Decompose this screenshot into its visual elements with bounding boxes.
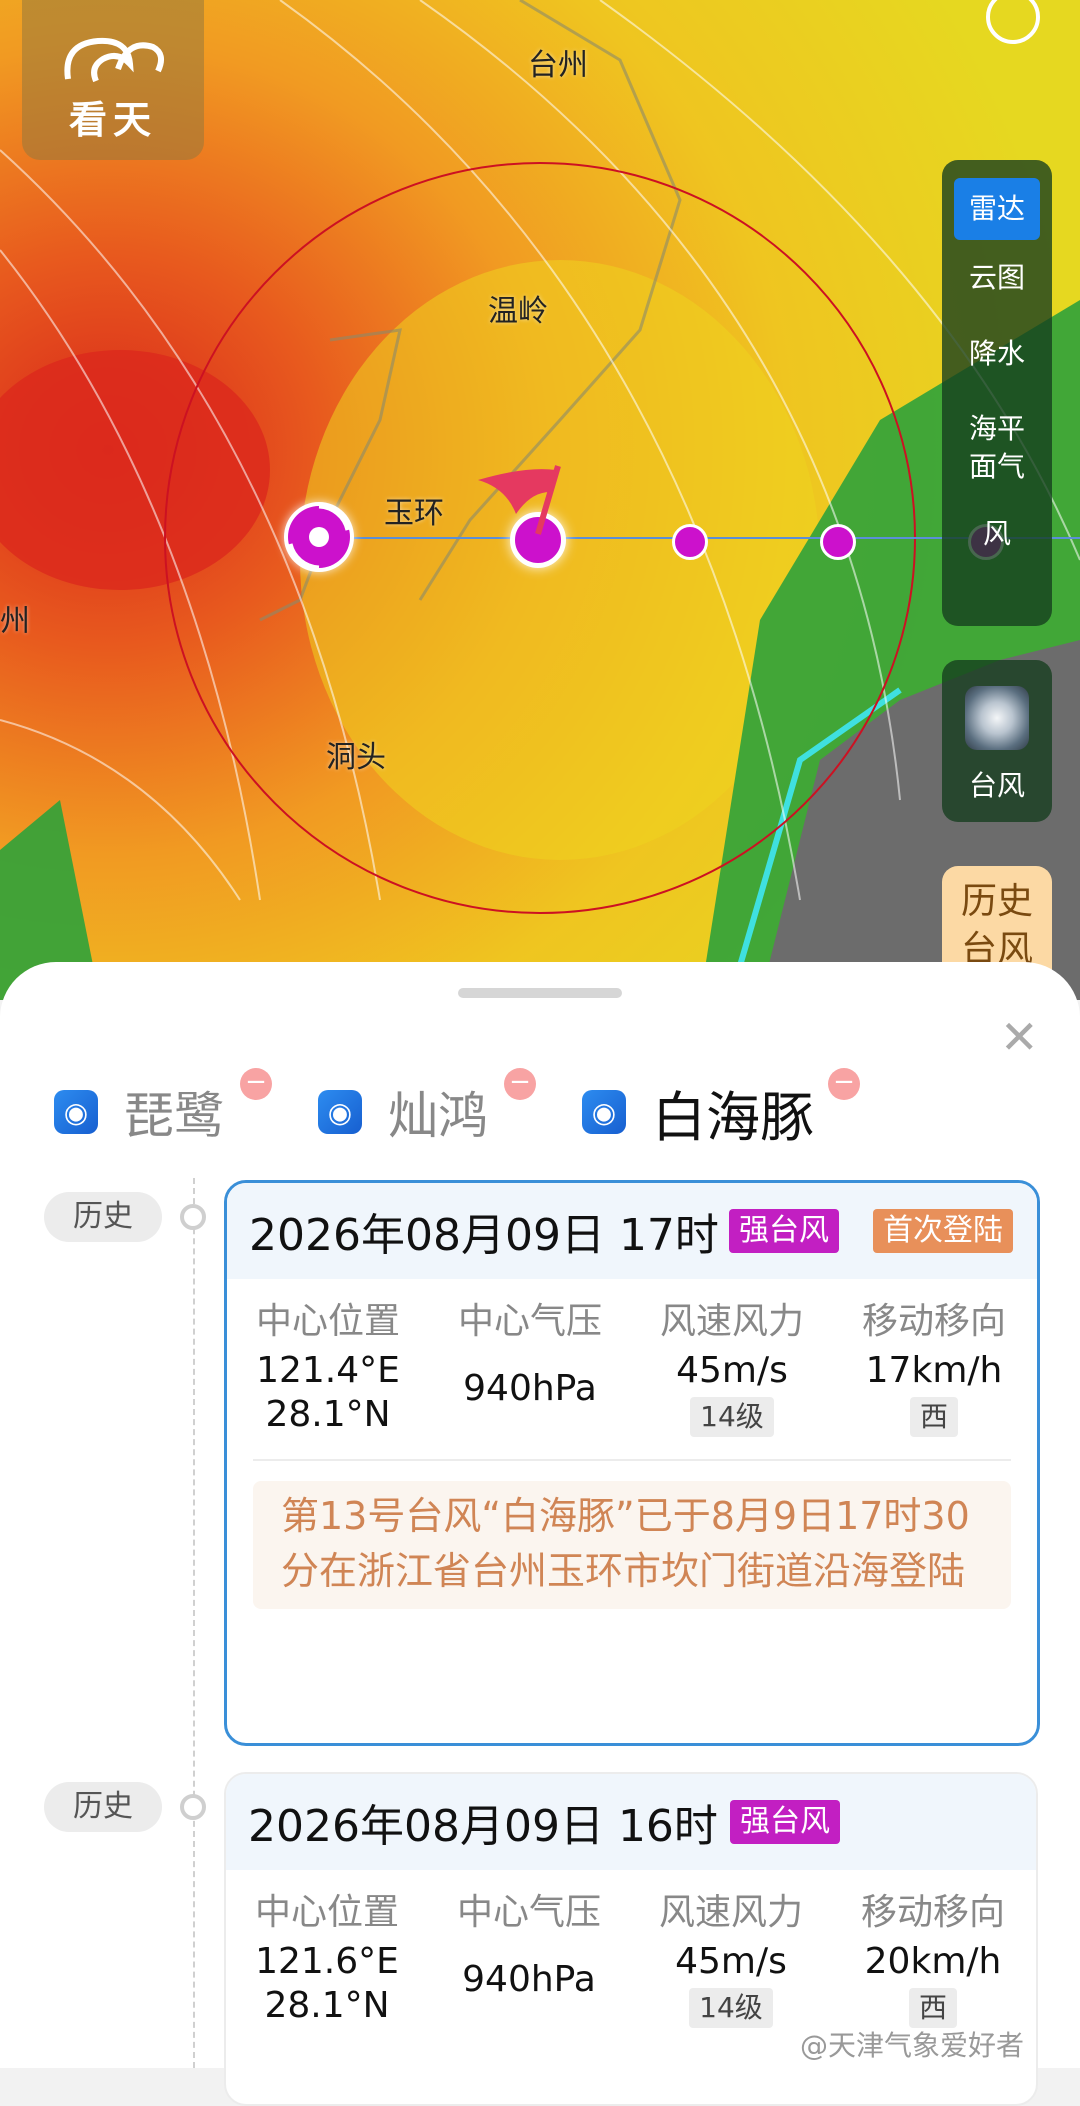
typhoon-tab-icon: ◉ bbox=[582, 1090, 626, 1134]
remove-tab-icon[interactable]: − bbox=[240, 1068, 272, 1100]
pressure-col: 中心气压 940hPa bbox=[428, 1886, 630, 2028]
layer-switcher: 雷达 云图 降水 海平面气 风 bbox=[942, 160, 1052, 626]
move-title: 移动移向 bbox=[861, 1301, 1006, 1342]
logo-text: 看天 bbox=[68, 98, 157, 142]
position-title: 中心位置 bbox=[254, 1892, 399, 1933]
move-col: 移动移向 17km/h 西 bbox=[833, 1295, 1035, 1437]
typhoon-layer-button[interactable]: 台风 bbox=[942, 660, 1052, 822]
layer-wind[interactable]: 风 bbox=[954, 514, 1040, 554]
record-time: 2026年08月09日 16时 bbox=[248, 1801, 718, 1852]
pressure-title: 中心气压 bbox=[457, 1301, 602, 1342]
close-icon[interactable]: ✕ bbox=[1000, 1014, 1039, 1060]
city-label-wenzhou: 州 bbox=[0, 604, 30, 639]
city-label-taizhou: 台州 bbox=[528, 48, 588, 83]
city-label-dongtou: 洞头 bbox=[326, 740, 386, 775]
layer-radar[interactable]: 雷达 bbox=[954, 178, 1040, 240]
typhoon-current-marker[interactable] bbox=[284, 502, 354, 572]
divider bbox=[253, 1459, 1011, 1461]
position-title: 中心位置 bbox=[255, 1301, 400, 1342]
latitude: 28.1°N bbox=[264, 1985, 390, 2026]
pressure-title: 中心气压 bbox=[456, 1892, 601, 1933]
tab-canhong[interactable]: ◉ 灿鸿 bbox=[318, 1062, 488, 1162]
position-col: 中心位置 121.4°E 28.1°N bbox=[227, 1295, 429, 1437]
intensity-badge: 强台风 bbox=[729, 1209, 839, 1253]
typhoon-track bbox=[535, 535, 541, 541]
timeline-line bbox=[193, 1178, 195, 2068]
typhoon-tab-icon: ◉ bbox=[54, 1090, 98, 1134]
typhoon-tabs: ◉ 琵鹭 − ◉ 灿鸿 − ◉ 白海豚 − bbox=[54, 1062, 1054, 1162]
layer-cloud[interactable]: 云图 bbox=[954, 258, 1040, 298]
landfall-note: 第13号台风“白海豚”已于8月9日17时30分在浙江省台州玉环市坎门街道沿海登陆 bbox=[253, 1481, 1011, 1609]
watermark: @天津气象爱好者 bbox=[800, 2029, 1025, 2062]
stats-grid: 中心位置 121.4°E 28.1°N 中心气压 940hPa 风速风力 45m… bbox=[227, 1279, 1037, 1437]
record-time: 2026年08月09日 17时 bbox=[249, 1210, 719, 1261]
track-point[interactable] bbox=[820, 524, 856, 560]
weather-map[interactable]: 看天 台州 温岭 玉环 洞头 州 雷达 云图 降水 海平面气 风 台风 历史台风 bbox=[0, 0, 1080, 1000]
tab-label: 灿鸿 bbox=[388, 1087, 488, 1145]
position-col: 中心位置 121.6°E 28.1°N bbox=[226, 1886, 428, 2028]
history-tag: 历史 bbox=[44, 1192, 162, 1242]
move-col: 移动移向 20km/h 西 bbox=[832, 1886, 1034, 2028]
longitude: 121.6°E bbox=[255, 1941, 399, 1982]
city-label-wenling: 温岭 bbox=[488, 294, 548, 329]
timeline-dot bbox=[180, 1794, 206, 1820]
wind-title: 风速风力 bbox=[658, 1892, 803, 1933]
layer-sea-level-pressure[interactable]: 海平面气 bbox=[967, 410, 1027, 486]
typhoon-satellite-icon bbox=[965, 686, 1029, 750]
tab-baihaitun[interactable]: ◉ 白海豚 bbox=[582, 1062, 814, 1162]
latitude: 28.1°N bbox=[265, 1394, 391, 1435]
timeline-dot bbox=[180, 1204, 206, 1230]
move-speed: 20km/h bbox=[864, 1941, 1002, 1982]
move-speed: 17km/h bbox=[865, 1350, 1003, 1391]
remove-tab-icon[interactable]: − bbox=[828, 1068, 860, 1100]
typhoon-layer-label: 台风 bbox=[968, 769, 1025, 802]
wind-col: 风速风力 45m/s 14级 bbox=[630, 1886, 832, 2028]
tab-pilu[interactable]: ◉ 琵鹭 bbox=[54, 1062, 224, 1162]
remove-tab-icon[interactable]: − bbox=[504, 1068, 536, 1100]
layer-precipitation[interactable]: 降水 bbox=[954, 334, 1040, 374]
typhoon-icon bbox=[287, 503, 351, 571]
cloud-swirl-icon bbox=[64, 37, 165, 83]
longitude: 121.4°E bbox=[256, 1350, 400, 1391]
wind-speed: 45m/s bbox=[675, 1941, 787, 1982]
history-typhoon-label: 历史台风 bbox=[961, 881, 1034, 970]
landfall-badge: 首次登陆 bbox=[873, 1209, 1013, 1253]
drag-handle[interactable] bbox=[458, 988, 622, 998]
wind-speed: 45m/s bbox=[676, 1350, 788, 1391]
history-tag: 历史 bbox=[44, 1782, 162, 1832]
pressure-col: 中心气压 940hPa bbox=[429, 1295, 631, 1437]
wind-level: 14级 bbox=[689, 1988, 773, 2028]
pressure-value: 940hPa bbox=[462, 1959, 596, 2000]
timeline-card-selected[interactable]: 2026年08月09日 17时 强台风 首次登陆 中心位置 121.4°E 28… bbox=[224, 1180, 1040, 1746]
wind-col: 风速风力 45m/s 14级 bbox=[631, 1295, 833, 1437]
move-direction: 西 bbox=[908, 1988, 957, 2028]
wind-level: 14级 bbox=[690, 1397, 774, 1437]
typhoon-tab-icon: ◉ bbox=[318, 1090, 362, 1134]
wind-title: 风速风力 bbox=[659, 1301, 804, 1342]
card-header: 2026年08月09日 16时 强台风 bbox=[226, 1774, 1036, 1870]
card-header: 2026年08月09日 17时 强台风 首次登陆 bbox=[227, 1183, 1037, 1279]
move-direction: 西 bbox=[909, 1397, 958, 1437]
app-logo[interactable]: 看天 bbox=[22, 0, 204, 160]
move-title: 移动移向 bbox=[860, 1892, 1005, 1933]
intensity-badge: 强台风 bbox=[730, 1800, 840, 1844]
pressure-value: 940hPa bbox=[463, 1368, 597, 1409]
landfall-flag-icon bbox=[478, 465, 561, 535]
tab-label: 白海豚 bbox=[652, 1085, 814, 1149]
track-point[interactable] bbox=[672, 524, 708, 560]
stats-grid: 中心位置 121.6°E 28.1°N 中心气压 940hPa 风速风力 45m… bbox=[226, 1870, 1036, 2028]
tab-label: 琵鹭 bbox=[124, 1087, 224, 1145]
